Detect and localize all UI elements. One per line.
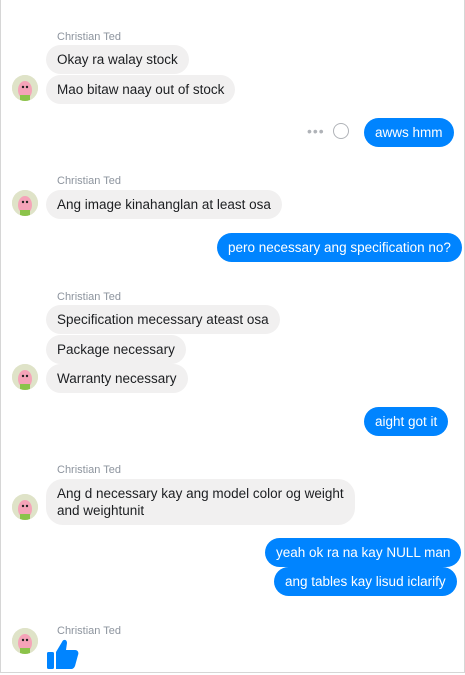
sender-name: Christian Ted bbox=[57, 175, 121, 187]
avatar[interactable] bbox=[12, 494, 38, 520]
incoming-message[interactable]: Ang d necessary kay ang model color og w… bbox=[46, 479, 355, 525]
avatar[interactable] bbox=[12, 364, 38, 390]
incoming-message[interactable]: Specification mecessary ateast osa bbox=[46, 305, 280, 334]
outgoing-message[interactable]: yeah ok ra na kay NULL man bbox=[265, 538, 462, 567]
avatar[interactable] bbox=[12, 628, 38, 654]
outgoing-message[interactable]: pero necessary ang specification no? bbox=[217, 233, 462, 262]
incoming-message[interactable]: Ang image kinahanglan at least osa bbox=[46, 190, 282, 219]
sender-name: Christian Ted bbox=[57, 291, 121, 303]
outgoing-message[interactable]: awws hmm bbox=[364, 118, 454, 147]
avatar[interactable] bbox=[12, 190, 38, 216]
message-actions: ••• bbox=[307, 123, 349, 139]
sender-name: Christian Ted bbox=[57, 31, 121, 43]
incoming-message[interactable]: Okay ra walay stock bbox=[46, 45, 189, 74]
sender-name: Christian Ted bbox=[57, 464, 121, 476]
outgoing-message[interactable]: ang tables kay lisud iclarify bbox=[274, 567, 457, 596]
thumbs-up-icon[interactable] bbox=[46, 638, 80, 675]
avatar[interactable] bbox=[12, 75, 38, 101]
incoming-message[interactable]: Warranty necessary bbox=[46, 364, 188, 393]
more-dots-icon[interactable]: ••• bbox=[307, 123, 325, 139]
outgoing-message[interactable]: aight got it bbox=[364, 407, 449, 436]
incoming-message[interactable]: Package necessary bbox=[46, 335, 186, 364]
sender-name: Christian Ted bbox=[57, 625, 121, 637]
smiley-icon[interactable] bbox=[332, 123, 349, 139]
incoming-message[interactable]: Mao bitaw naay out of stock bbox=[46, 75, 236, 104]
